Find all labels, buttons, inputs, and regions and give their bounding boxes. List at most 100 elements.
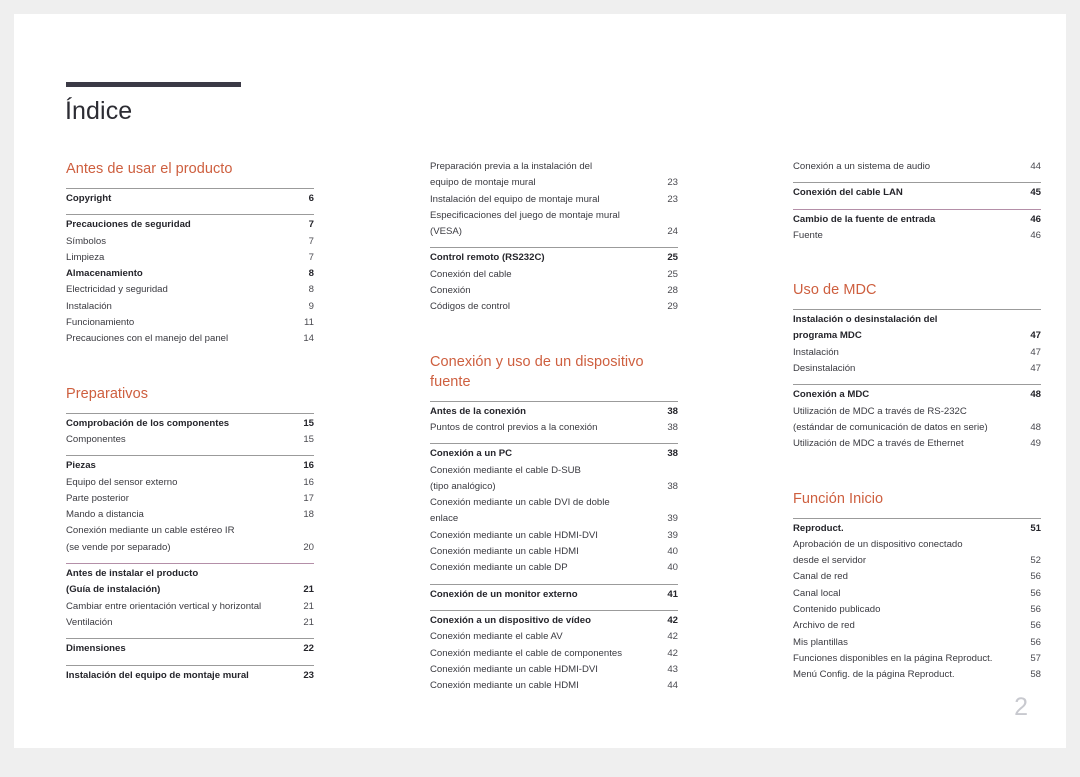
toc-entry-label: Conexión mediante un cable HDMI [430, 546, 579, 558]
toc-entry[interactable]: Almacenamiento 8 [66, 266, 314, 282]
toc-entry[interactable]: Instalación del equipo de montaje mural 2… [66, 668, 314, 684]
toc-entry[interactable]: Limpieza 7 [66, 250, 314, 266]
toc-entry[interactable]: Electricidad y seguridad 8 [66, 282, 314, 298]
toc-entry-page-number: 7 [308, 251, 314, 263]
toc-entry-page-number: 39 [667, 513, 678, 525]
toc-group: Comprobación de los componentes 15 Compone… [66, 412, 314, 449]
toc-entry[interactable]: Conexión a un PC 38 [430, 446, 678, 462]
toc-entry[interactable]: Conexión mediante un cable HDMI 40 [430, 544, 678, 560]
toc-entry-label: Conexión a un PC [430, 448, 513, 460]
toc-entry[interactable]: Instalación o desinstalación del program… [793, 312, 1041, 345]
toc-entry[interactable]: Archivo de red 56 [793, 618, 1041, 634]
toc-entry-page-number: 9 [308, 300, 314, 312]
toc-entry[interactable]: Especificaciones del juego de montaje mu… [430, 208, 678, 241]
toc-entry-page-number: 44 [667, 680, 678, 692]
toc-entry-page-number: 25 [667, 252, 678, 264]
toc-entry-label: Conexión mediante un cable DP [430, 562, 568, 574]
toc-entry-page-number: 48 [1030, 421, 1041, 433]
toc-entry-label: Copyright [66, 193, 112, 204]
toc-entry-label: Conexión a un sistema de audio [793, 161, 931, 172]
toc-entry[interactable]: Conexión del cable LAN 45 [793, 185, 1041, 201]
toc-entry-page-number: 49 [1030, 438, 1041, 450]
toc-entry-label: Especificaciones del juego de montaje mu… [430, 209, 620, 238]
toc-entry[interactable]: Conexión mediante el cable AV 42 [430, 629, 678, 645]
toc-entry[interactable]: Códigos de control 29 [430, 299, 678, 315]
toc-entry[interactable]: Utilización de MDC a través de RS-232C (… [793, 404, 1041, 437]
toc-entry[interactable]: Funciones disponibles en la página Repro… [793, 651, 1041, 667]
toc-entry[interactable]: Menú Config. de la página Reproduct. 58 [793, 667, 1041, 683]
toc-entry[interactable]: Equipo del sensor externo 16 [66, 475, 314, 491]
toc-entry[interactable]: Cambio de la fuente de entrada 46 [793, 212, 1041, 228]
toc-group: Instalación del equipo de montaje mural 2… [66, 664, 314, 684]
toc-entry[interactable]: Conexión a un dispositivo de vídeo 42 [430, 613, 678, 629]
toc-columns: Antes de usar el producto Copyright 6 Preca… [14, 14, 1080, 777]
toc-entry-page-number: 56 [1030, 636, 1041, 648]
toc-entry[interactable]: Control remoto (RS232C) 25 [430, 250, 678, 266]
toc-entry[interactable]: Funcionamiento 11 [66, 315, 314, 331]
toc-entry[interactable]: Conexión de un monitor externo 41 [430, 587, 678, 603]
toc-entry[interactable]: Mando a distancia 18 [66, 507, 314, 523]
toc-entry[interactable]: Precauciones con el manejo del panel 14 [66, 331, 314, 347]
toc-entry-page-number: 51 [1030, 522, 1041, 534]
toc-column-left: Antes de usar el producto Copyright 6 Preca… [66, 159, 314, 684]
toc-entry[interactable]: Conexión a MDC 48 [793, 387, 1041, 403]
toc-entry[interactable]: Conexión mediante un cable DP 40 [430, 560, 678, 576]
toc-entry[interactable]: Aprobación de un dispositivo conectado d… [793, 537, 1041, 570]
toc-entry-page-number: 29 [667, 301, 678, 313]
toc-entry[interactable]: Símbolos 7 [66, 234, 314, 250]
toc-entry-label: Conexión a MDC [793, 389, 870, 401]
toc-entry-label: Instalación o desinstalación del program… [793, 314, 938, 342]
toc-entry[interactable]: Puntos de control previos a la conexión 3… [430, 420, 678, 436]
toc-entry[interactable]: Instalación 47 [793, 345, 1041, 361]
toc-entry[interactable]: Preparación previa a la instalación del … [430, 159, 678, 192]
toc-entry[interactable]: Conexión mediante el cable D-SUB (tipo a… [430, 463, 678, 496]
toc-entry[interactable]: Conexión mediante un cable HDMI-DVI 43 [430, 662, 678, 678]
toc-entry[interactable]: Reproduct. 51 [793, 521, 1041, 537]
toc-entry[interactable]: Conexión mediante un cable HDMI 44 [430, 678, 678, 694]
toc-section-heading: Antes de usar el producto [66, 161, 233, 177]
toc-entry[interactable]: Fuente 46 [793, 228, 1041, 244]
toc-entry-page-number: 38 [667, 421, 678, 433]
toc-entry-page-number: 15 [303, 433, 314, 445]
toc-entry[interactable]: Conexión 28 [430, 283, 678, 299]
toc-entry[interactable]: Instalación 9 [66, 299, 314, 315]
toc-entry-label: Componentes [66, 433, 126, 445]
toc-entry-label: Mis plantillas [793, 636, 848, 648]
toc-entry[interactable]: Desinstalación 47 [793, 361, 1041, 377]
toc-entry[interactable]: Antes de la conexión 38 [430, 404, 678, 420]
toc-entry[interactable]: Parte posterior 17 [66, 491, 314, 507]
toc-entry-page-number: 46 [1030, 213, 1041, 225]
toc-entry-label: Contenido publicado [793, 604, 881, 616]
toc-group: Reproduct. 51 Aprobación de un dispositivo… [793, 517, 1041, 684]
toc-entry[interactable]: Componentes 15 [66, 432, 314, 448]
toc-entry[interactable]: Mis plantillas 56 [793, 635, 1041, 651]
toc-entry[interactable]: Conexión mediante un cable estéreo IR (s… [66, 523, 314, 556]
toc-entry[interactable]: Canal local 56 [793, 586, 1041, 602]
toc-entry[interactable]: Canal de red 56 [793, 569, 1041, 585]
toc-entry-label: Utilización de MDC a través de RS-232C (… [793, 405, 988, 433]
toc-entry-label: Utilización de MDC a través de Ethernet [793, 438, 964, 450]
toc-entry[interactable]: Precauciones de seguridad 7 [66, 217, 314, 233]
toc-entry[interactable]: Utilización de MDC a través de Ethernet 4… [793, 436, 1041, 452]
toc-entry[interactable]: Antes de instalar el producto (Guía de i… [66, 566, 314, 599]
toc-entry-label: Equipo del sensor externo [66, 476, 178, 488]
toc-entry-page-number: 45 [1030, 187, 1041, 199]
toc-entry[interactable]: Piezas 16 [66, 458, 314, 474]
toc-entry[interactable]: Comprobación de los componentes 15 [66, 416, 314, 432]
document-page: Índice Antes de usar el producto Copyrigh… [14, 14, 1066, 748]
toc-group: Control remoto (RS232C) 25 Conexión del ca… [430, 247, 678, 315]
toc-entry[interactable]: Ventilación 21 [66, 615, 314, 631]
toc-entry[interactable]: Conexión mediante un cable HDMI-DVI 39 [430, 528, 678, 544]
toc-group: Dimensiones 22 [66, 638, 314, 657]
toc-entry[interactable]: Copyright 6 [66, 191, 314, 207]
toc-entry[interactable]: Cambiar entre orientación vertical y hor… [66, 599, 314, 615]
toc-entry[interactable]: Conexión a un sistema de audio 44 [793, 159, 1041, 175]
toc-entry[interactable]: Contenido publicado 56 [793, 602, 1041, 618]
toc-group: Cambio de la fuente de entrada 46 Fuente 46 [793, 208, 1041, 245]
toc-entry[interactable]: Conexión mediante el cable de componente… [430, 646, 678, 662]
toc-entry[interactable]: Instalación del equipo de montaje mural 2… [430, 192, 678, 208]
toc-entry[interactable]: Conexión mediante un cable DVI de doble … [430, 495, 678, 528]
toc-entry[interactable]: Dimensiones 22 [66, 641, 314, 657]
toc-entry[interactable]: Conexión del cable 25 [430, 267, 678, 283]
toc-column-right: Conexión a un sistema de audio 44 Conexión… [793, 159, 1041, 684]
